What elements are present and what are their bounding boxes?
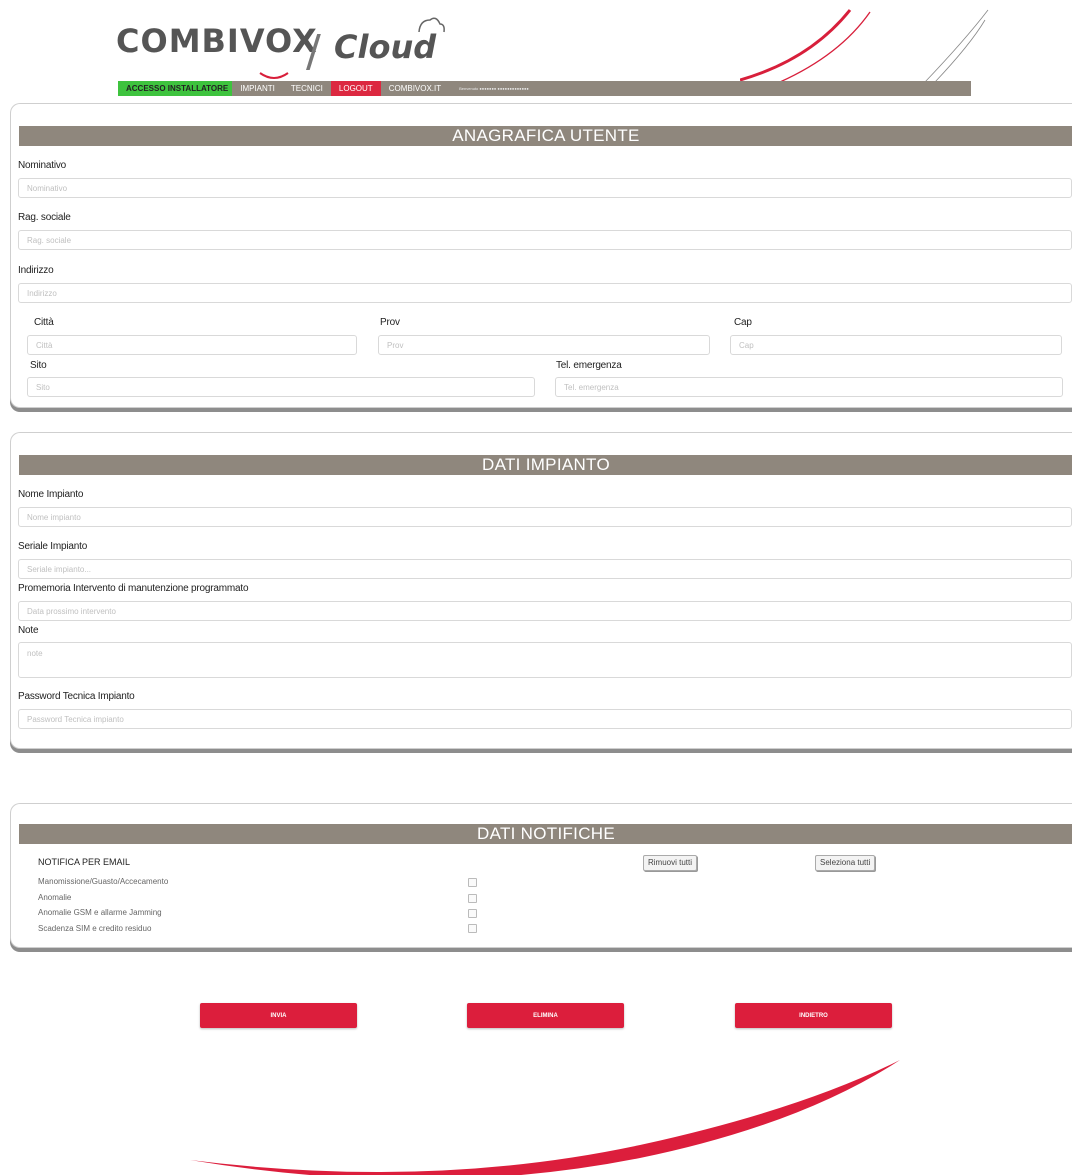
promemoria-input[interactable] [18, 601, 1072, 621]
nav-accesso-installatore[interactable]: ACCESSO INSTALLATORE [118, 81, 233, 96]
invia-button[interactable]: INVIA [200, 1003, 357, 1028]
indirizzo-input[interactable] [18, 283, 1072, 303]
label-seriale-impianto: Seriale Impianto [18, 541, 88, 552]
nominativo-input[interactable] [18, 178, 1072, 198]
decorative-swoosh-bottom [190, 1060, 900, 1175]
sito-input[interactable] [27, 377, 535, 397]
nav-logout[interactable]: LOGOUT [330, 81, 381, 96]
checkbox-manomissione[interactable] [468, 878, 477, 887]
notifica-item-anomalie: Anomalie [38, 893, 72, 902]
panel-dati-notifiche: DATI NOTIFICHE [10, 803, 1072, 948]
nav-welcome-text: Benvenuto ●●●●●●● ●●●●●●●●●●●●● [459, 86, 529, 91]
label-citta: Città [34, 317, 54, 328]
notifica-item-manomissione: Manomissione/Guasto/Accecamento [38, 877, 169, 886]
tel-emergenza-input[interactable] [555, 377, 1063, 397]
logo-brand: COMBIVOX [116, 22, 318, 60]
label-indirizzo: Indirizzo [18, 265, 54, 276]
panel-title-notifiche: DATI NOTIFICHE [19, 824, 1072, 844]
checkbox-scadenza-sim[interactable] [468, 924, 477, 933]
elimina-button[interactable]: ELIMINA [467, 1003, 624, 1028]
panel-anagrafica-utente: ANAGRAFICA UTENTE [10, 103, 1072, 408]
checkbox-anomalie-gsm[interactable] [468, 909, 477, 918]
logo-swoosh-icon [259, 72, 289, 79]
prov-input[interactable] [378, 335, 710, 355]
label-prov: Prov [380, 317, 400, 328]
main-navbar: ACCESSO INSTALLATORE IMPIANTI TECNICI LO… [118, 81, 971, 96]
rag-sociale-input[interactable] [18, 230, 1072, 250]
logo-separator: / [306, 26, 321, 77]
panel-title-anagrafica: ANAGRAFICA UTENTE [19, 126, 1072, 146]
seriale-impianto-input[interactable] [18, 559, 1072, 579]
notifica-item-scadenza-sim: Scadenza SIM e credito residuo [38, 924, 152, 933]
label-promemoria: Promemoria Intervento di manutenzione pr… [18, 583, 249, 594]
nav-tecnici[interactable]: TECNICI [283, 81, 331, 96]
nav-combivox-it[interactable]: COMBIVOX.IT [381, 81, 449, 96]
checkbox-anomalie[interactable] [468, 894, 477, 903]
notifica-item-anomalie-gsm: Anomalie GSM e allarme Jamming [38, 908, 162, 917]
label-rag-sociale: Rag. sociale [18, 212, 71, 223]
password-tecnica-input[interactable] [18, 709, 1072, 729]
label-sito: Sito [30, 360, 47, 371]
notifica-email-title: NOTIFICA PER EMAIL [38, 857, 131, 867]
label-nome-impianto: Nome Impianto [18, 489, 84, 500]
remove-all-button[interactable]: Rimuovi tutti [643, 855, 698, 871]
select-all-button[interactable]: Seleziona tutti [815, 855, 876, 871]
cap-input[interactable] [730, 335, 1062, 355]
indietro-button[interactable]: INDIETRO [735, 1003, 892, 1028]
combivox-cloud-logo: COMBIVOX / Cloud [116, 17, 445, 79]
nome-impianto-input[interactable] [18, 507, 1072, 527]
label-nominativo: Nominativo [18, 160, 67, 171]
nav-impianti[interactable]: IMPIANTI [232, 81, 283, 96]
decorative-swoosh-top [740, 9, 989, 83]
citta-input[interactable] [27, 335, 357, 355]
note-textarea[interactable] [18, 642, 1072, 678]
panel-title-impianto: DATI IMPIANTO [19, 455, 1072, 475]
label-tel-emergenza: Tel. emergenza [556, 360, 622, 371]
label-password-tecnica: Password Tecnica Impianto [18, 691, 135, 702]
label-note: Note [18, 625, 39, 636]
cloud-icon [418, 17, 445, 33]
label-cap: Cap [734, 317, 752, 328]
